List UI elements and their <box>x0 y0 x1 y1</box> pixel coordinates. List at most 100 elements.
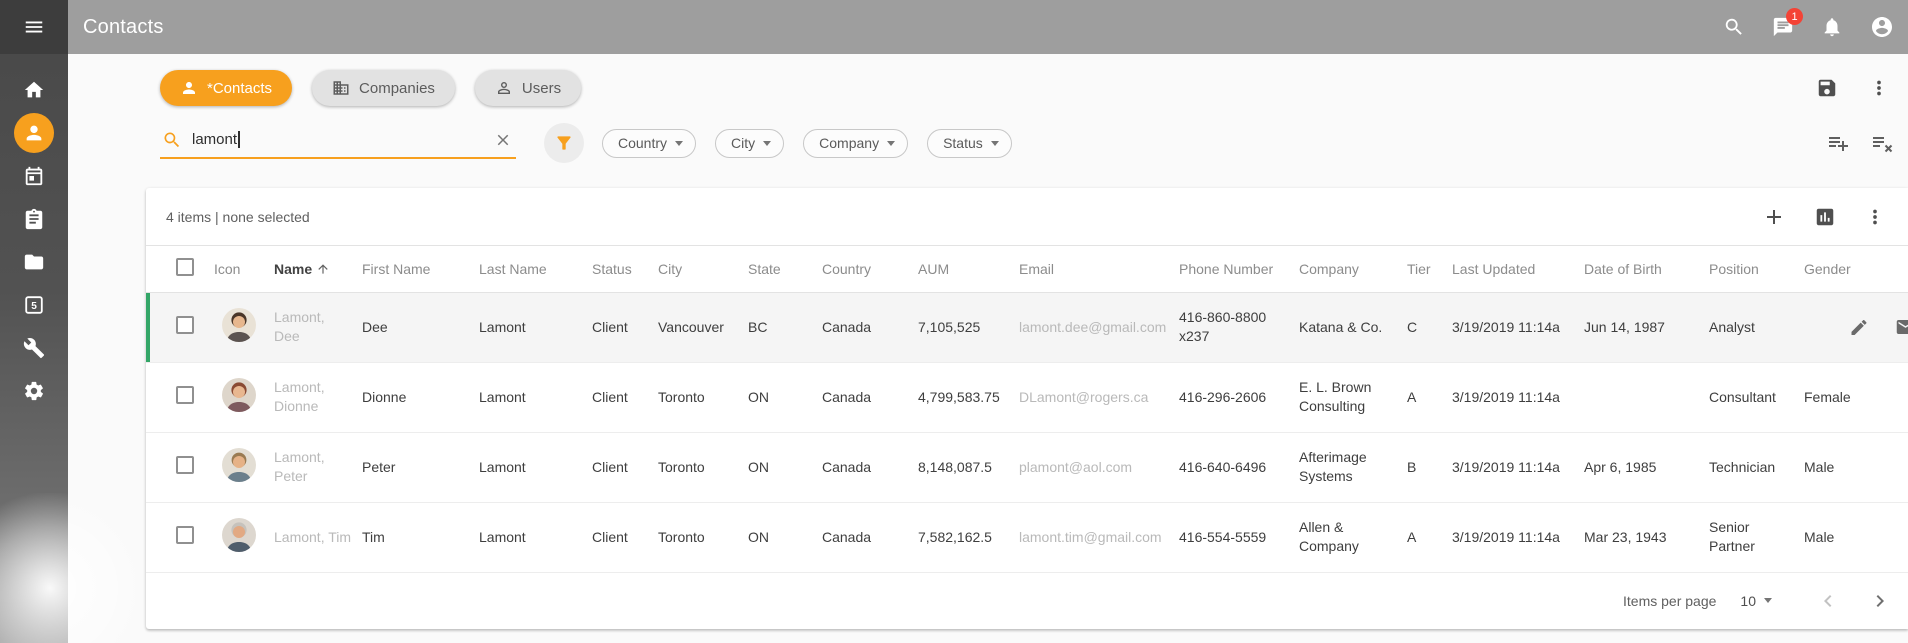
previous-page-button[interactable] <box>1816 589 1840 613</box>
edit-contact-button[interactable] <box>1849 317 1869 337</box>
calendar-icon <box>23 165 45 187</box>
notifications-button[interactable] <box>1821 16 1843 38</box>
col-position[interactable]: Position <box>1709 246 1804 292</box>
cell-tier: A <box>1407 362 1452 432</box>
col-status[interactable]: Status <box>592 246 658 292</box>
chip-label: City <box>731 135 755 151</box>
clear-search-button[interactable] <box>494 131 512 149</box>
sidebar-item-tools[interactable] <box>14 328 54 368</box>
add-filter-button[interactable] <box>1826 131 1850 155</box>
col-state[interactable]: State <box>748 246 822 292</box>
cell-icon <box>214 432 274 502</box>
row-checkbox[interactable] <box>176 526 194 544</box>
col-label: Name <box>274 261 312 277</box>
cell-last-updated: 3/19/2019 11:14a <box>1452 502 1584 572</box>
items-per-page-value: 10 <box>1740 593 1756 609</box>
hamburger-icon <box>23 16 45 38</box>
cell-state: BC <box>748 292 822 362</box>
cell-email: lamont.tim@gmail.com <box>1019 502 1179 572</box>
card-more-button[interactable] <box>1864 206 1886 228</box>
tab-label: Companies <box>359 80 435 97</box>
col-phone[interactable]: Phone Number <box>1179 246 1299 292</box>
contact-row[interactable]: Lamont, Tim Tim Lamont Client Toronto ON… <box>146 502 1908 572</box>
tab-companies[interactable]: Companies <box>312 70 455 106</box>
person-icon <box>23 122 45 144</box>
cell-phone: 416-860-8800 x237 <box>1179 292 1299 362</box>
col-last-name[interactable]: Last Name <box>479 246 592 292</box>
cell-company: E. L. Brown Consulting <box>1299 362 1407 432</box>
folder-icon <box>23 251 45 273</box>
cell-email: lamont.dee@gmail.com <box>1019 292 1179 362</box>
sidebar-item-settings[interactable] <box>14 371 54 411</box>
cell-email: plamont@aol.com <box>1019 432 1179 502</box>
search-button[interactable] <box>1723 16 1745 38</box>
contact-row[interactable]: Lamont, Dee Dee Lamont Client Vancouver … <box>146 292 1908 362</box>
sidebar-item-tasks[interactable] <box>14 199 54 239</box>
filter-status-dropdown[interactable]: Status <box>927 129 1012 158</box>
row-checkbox[interactable] <box>176 316 194 334</box>
cell-name: Lamont, Tim <box>274 502 362 572</box>
cell-dob: Mar 23, 1943 <box>1584 502 1709 572</box>
col-name-sorted[interactable]: Name <box>274 246 362 292</box>
cell-aum: 7,105,525 <box>918 292 1019 362</box>
select-all-checkbox[interactable] <box>176 258 194 276</box>
row-checkbox[interactable] <box>176 386 194 404</box>
col-aum[interactable]: AUM <box>918 246 1019 292</box>
contact-search-field[interactable]: lamont <box>160 128 516 159</box>
filter-country-dropdown[interactable]: Country <box>602 129 696 158</box>
chip-label: Status <box>943 135 983 151</box>
cell-company: Afterimage Systems <box>1299 432 1407 502</box>
view-more-button[interactable] <box>1868 77 1890 99</box>
clear-filters-button[interactable] <box>1870 131 1894 155</box>
cell-name: Lamont, Dee <box>274 292 362 362</box>
chevron-left-icon <box>1816 589 1840 613</box>
filter-button[interactable] <box>544 123 584 163</box>
cell-icon <box>214 362 274 432</box>
filter-city-dropdown[interactable]: City <box>715 129 784 158</box>
sidebar-item-calendar[interactable] <box>14 156 54 196</box>
search-input[interactable]: lamont <box>192 131 484 148</box>
home-icon <box>23 79 45 101</box>
col-icon[interactable]: Icon <box>214 246 274 292</box>
cell-city: Toronto <box>658 362 748 432</box>
contact-row[interactable]: Lamont, Peter Peter Lamont Client Toront… <box>146 432 1908 502</box>
col-company[interactable]: Company <box>1299 246 1407 292</box>
sidebar-item-contacts[interactable] <box>14 113 54 153</box>
sidebar-item-documents[interactable] <box>14 242 54 282</box>
col-last-updated[interactable]: Last Updated <box>1452 246 1584 292</box>
add-contact-button[interactable] <box>1762 205 1786 229</box>
col-first-name[interactable]: First Name <box>362 246 479 292</box>
filter-chips: Country City Company Status <box>602 129 1012 158</box>
next-page-button[interactable] <box>1868 589 1892 613</box>
row-checkbox[interactable] <box>176 456 194 474</box>
sidebar-item-home[interactable] <box>14 70 54 110</box>
items-per-page-select[interactable]: 10 <box>1740 593 1772 609</box>
plus-icon <box>1762 205 1786 229</box>
messages-button[interactable]: 1 <box>1772 16 1794 38</box>
chip-label: Company <box>819 135 879 151</box>
cell-last-name: Lamont <box>479 292 592 362</box>
cell-name: Lamont, Dionne <box>274 362 362 432</box>
chart-view-button[interactable] <box>1814 206 1836 228</box>
tab-contacts[interactable]: *Contacts <box>160 70 292 106</box>
sidebar-item-five[interactable]: 5 <box>14 285 54 325</box>
col-dob[interactable]: Date of Birth <box>1584 246 1709 292</box>
tab-label: *Contacts <box>207 80 272 97</box>
menu-button[interactable] <box>0 0 68 54</box>
tabs-actions <box>1816 77 1890 99</box>
contact-row[interactable]: Lamont, Dionne Dionne Lamont Client Toro… <box>146 362 1908 432</box>
filter-company-dropdown[interactable]: Company <box>803 129 908 158</box>
col-gender[interactable]: Gender <box>1804 246 1908 292</box>
cell-tier: A <box>1407 502 1452 572</box>
save-button[interactable] <box>1816 77 1838 99</box>
col-country[interactable]: Country <box>822 246 918 292</box>
tab-users[interactable]: Users <box>475 70 581 106</box>
col-tier[interactable]: Tier <box>1407 246 1452 292</box>
content: *Contacts Companies Users <box>68 54 1908 643</box>
email-contact-button[interactable] <box>1895 317 1908 338</box>
sidebar: 5 <box>0 0 68 643</box>
cell-tier: B <box>1407 432 1452 502</box>
col-email[interactable]: Email <box>1019 246 1179 292</box>
col-city[interactable]: City <box>658 246 748 292</box>
account-button[interactable] <box>1870 15 1894 39</box>
